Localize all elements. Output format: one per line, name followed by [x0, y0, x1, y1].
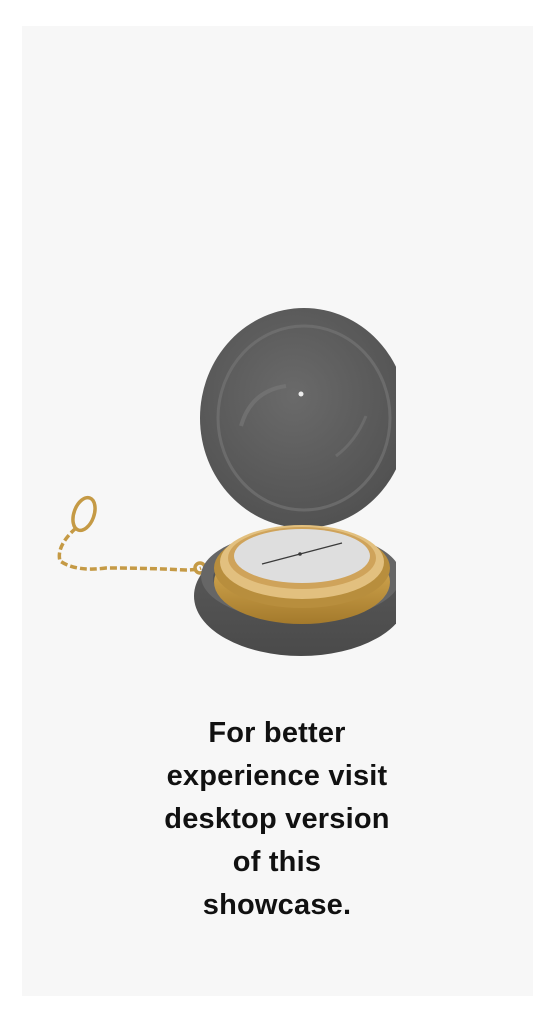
notice-line: desktop version	[164, 803, 390, 835]
notice-line: of this	[232, 846, 322, 878]
watch-chain	[57, 495, 207, 575]
notice-line: For better	[208, 717, 346, 749]
pocket-watch-icon	[57, 308, 396, 656]
watch-lid	[200, 308, 396, 528]
showcase-panel: For better experience visit desktop vers…	[22, 26, 533, 996]
notice-line: experience visit	[166, 760, 388, 792]
notice-line: showcase.	[202, 889, 352, 921]
watch-dial	[234, 529, 370, 583]
desktop-notice: For better experience visit desktop vers…	[127, 712, 427, 927]
